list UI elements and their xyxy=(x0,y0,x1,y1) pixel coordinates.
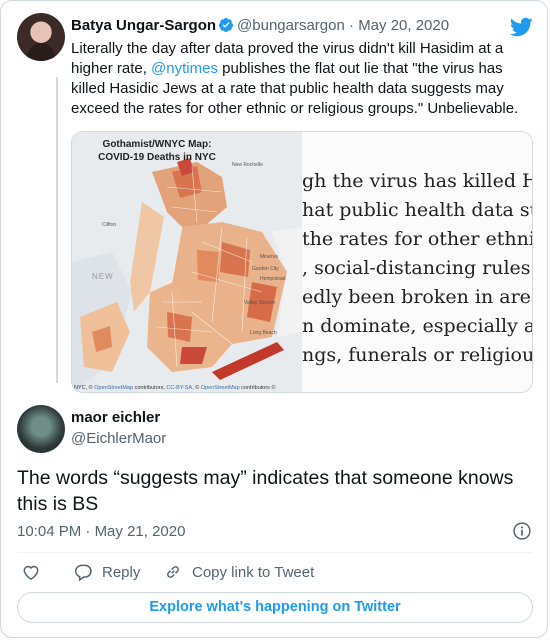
map-place-label: Garden City xyxy=(252,266,279,272)
map-place-label: Long Beach xyxy=(250,330,277,336)
explore-twitter-button[interactable]: Explore what's happening on Twitter xyxy=(17,592,533,623)
reply-time: 10:04 PM xyxy=(17,523,82,540)
tweet-date-link[interactable]: May 20, 2020 xyxy=(358,17,449,34)
like-button[interactable] xyxy=(21,560,41,584)
map-place-label: Minerva xyxy=(260,254,278,260)
copy-link-icon xyxy=(167,566,179,578)
map-title: Gothamist/WNYC Map: COVID-19 Deaths in N… xyxy=(82,138,232,164)
tweet-embed-card: Batya Ungar-Sargon @bungarsargon · May 20… xyxy=(0,0,548,638)
header-separator: · xyxy=(349,17,355,34)
credit-text: NYC, © xyxy=(74,385,95,391)
reply-tweet-text: The words “suggests may” indicates that … xyxy=(17,467,514,515)
parent-tweet-header: Batya Ungar-Sargon @bungarsargon · May 20… xyxy=(71,17,449,37)
article-line: edly been broken in areas xyxy=(302,286,533,308)
verified-badge-icon xyxy=(219,18,234,32)
credit-link: OpenStreetMap xyxy=(200,385,240,391)
map-title-line: COVID-19 Deaths in NYC xyxy=(98,152,216,163)
credit-text: contributors © xyxy=(239,385,276,391)
map-place-label: New Rochelle xyxy=(232,162,263,168)
map-attribution: NYC, © OpenStreetMap contributors, CC-BY… xyxy=(74,385,276,391)
tweet-media-image[interactable]: Gothamist/WNYC Map: COVID-19 Deaths in N… xyxy=(71,131,533,393)
map-place-label: Hempstead xyxy=(260,276,286,282)
parent-tweet-text: Literally the day after data proved the … xyxy=(71,39,533,119)
credit-link: OpenStreetMap xyxy=(94,385,134,391)
heart-icon xyxy=(23,565,39,580)
twitter-bird-icon[interactable] xyxy=(509,15,533,39)
thread-connector-line xyxy=(56,77,58,383)
map-title-line: Gothamist/WNYC Map: xyxy=(102,139,212,150)
author-avatar[interactable] xyxy=(17,13,65,61)
credit-text: , © xyxy=(192,385,201,391)
map-place-label: NEW xyxy=(92,272,114,281)
reply-author-avatar[interactable] xyxy=(17,405,65,453)
mention-link[interactable]: @nytimes xyxy=(151,60,218,77)
reply-author-name[interactable]: maor eichler xyxy=(71,409,160,426)
article-line: n dominate, especially at xyxy=(302,315,533,337)
article-line: ngs, funerals or religious g xyxy=(302,344,533,366)
article-line: gh the virus has killed Ha xyxy=(302,170,533,192)
copy-link-label: Copy link to Tweet xyxy=(192,563,315,581)
article-line: the rates for other ethnic xyxy=(302,228,533,250)
author-name[interactable]: Batya Ungar-Sargon xyxy=(71,17,216,34)
reply-timestamp-link[interactable]: 10:04 PM · May 21, 2020 xyxy=(17,523,185,540)
reply-date: May 21, 2020 xyxy=(94,523,186,540)
map-place-label: Clifton xyxy=(102,222,117,228)
author-handle[interactable]: @bungarsargon xyxy=(237,17,345,34)
article-excerpt: gh the virus has killed Ha hat public he… xyxy=(302,132,533,392)
covid-deaths-map: Gothamist/WNYC Map: COVID-19 Deaths in N… xyxy=(72,132,302,392)
credit-text: contributors, xyxy=(133,385,167,391)
article-line: , social-distancing rules h xyxy=(302,257,533,279)
timestamp-separator: · xyxy=(85,523,91,540)
reply-label: Reply xyxy=(102,563,141,581)
info-icon[interactable] xyxy=(512,521,532,541)
reply-author-handle[interactable]: @EichlerMaor xyxy=(71,430,166,447)
reply-button[interactable]: Reply xyxy=(73,560,140,584)
nyc-map-graphic xyxy=(72,132,302,392)
credit-link: CC-BY-SA xyxy=(166,385,193,391)
divider xyxy=(17,552,533,553)
map-place-label: Valley Stream xyxy=(244,300,275,306)
article-line: hat public health data su xyxy=(302,199,533,221)
copy-link-button[interactable]: Copy link to Tweet xyxy=(163,560,314,584)
reply-bubble-icon xyxy=(74,564,92,582)
